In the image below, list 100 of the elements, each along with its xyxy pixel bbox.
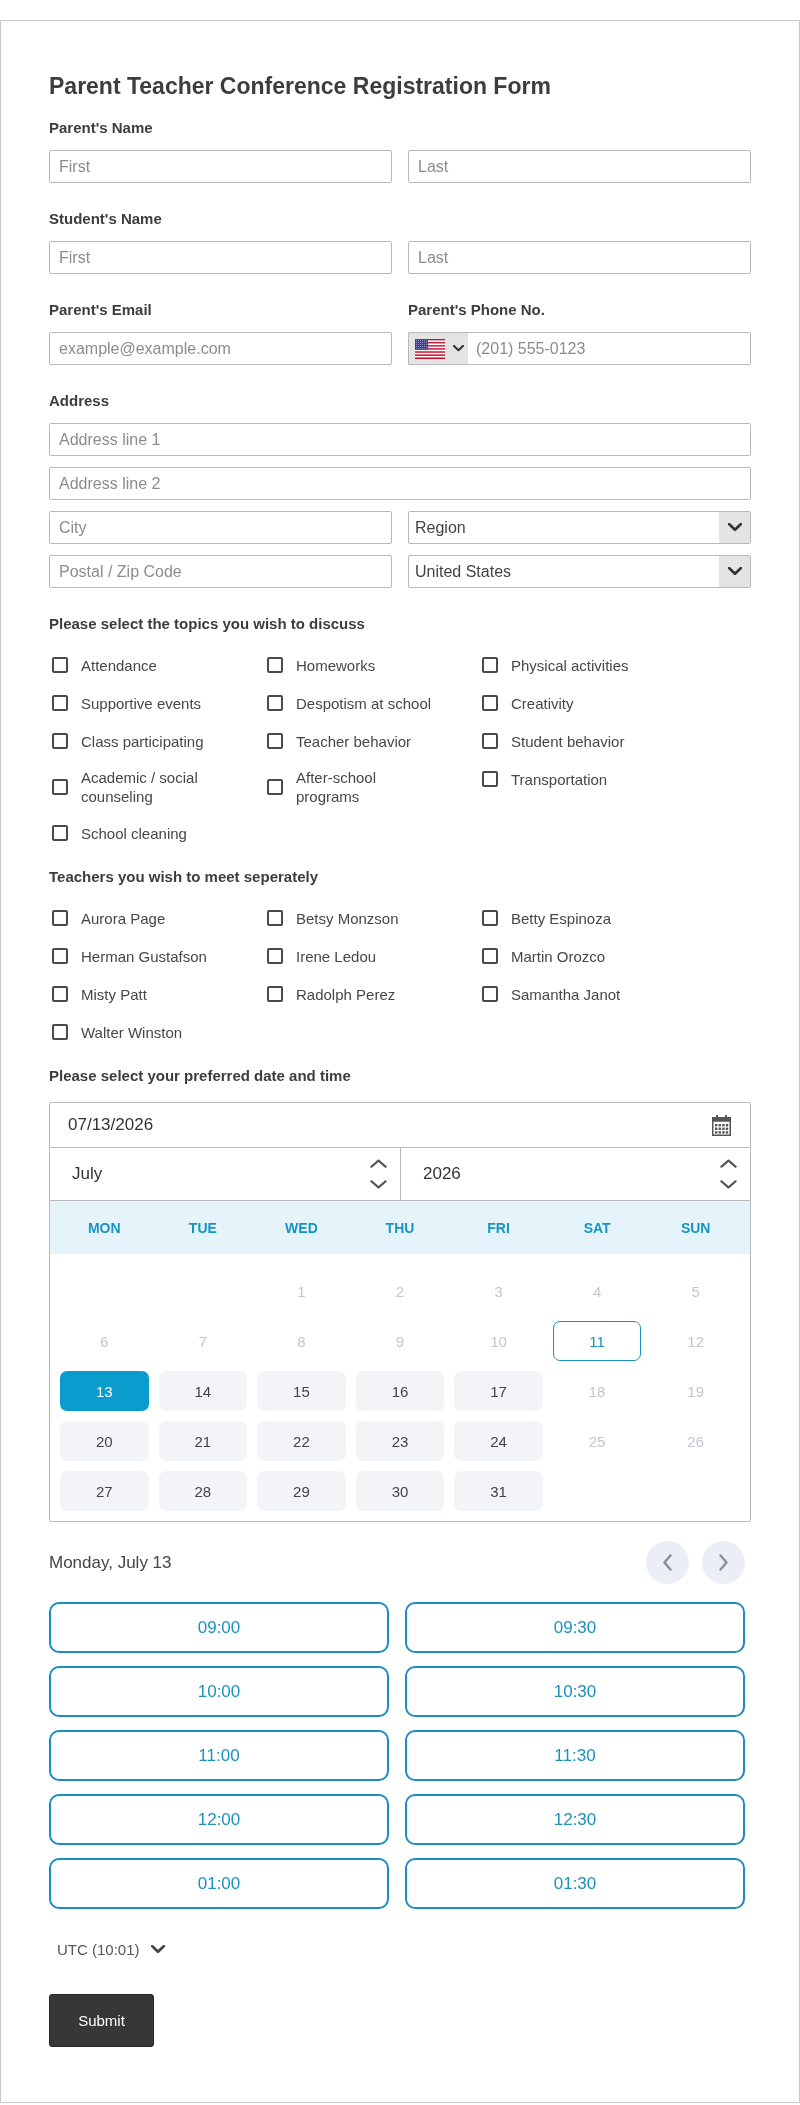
month-spinner[interactable]: July <box>50 1148 400 1200</box>
time-slot-button[interactable]: 09:30 <box>405 1602 745 1653</box>
chevron-down-icon[interactable] <box>150 1944 165 1954</box>
time-slot-button[interactable]: 01:00 <box>49 1858 389 1909</box>
calendar-day[interactable]: 21 <box>158 1421 248 1461</box>
checkbox[interactable] <box>52 948 68 964</box>
calendar-day: 12 <box>651 1321 740 1361</box>
time-slot-button[interactable]: 12:30 <box>405 1794 745 1845</box>
checkbox[interactable] <box>267 695 283 711</box>
calendar-day[interactable]: 14 <box>158 1371 248 1411</box>
time-slot-button[interactable]: 01:30 <box>405 1858 745 1909</box>
option-label: Irene Ledou <box>296 946 377 966</box>
checkbox[interactable] <box>482 948 498 964</box>
postal-code-input[interactable]: Postal / Zip Code <box>49 555 392 588</box>
weekday-label: TUE <box>188 1219 217 1236</box>
region-dropdown[interactable]: Region <box>408 511 751 544</box>
calendar-day[interactable]: 30 <box>355 1471 445 1511</box>
checkbox[interactable] <box>52 779 68 795</box>
time-slot-button[interactable]: 12:00 <box>49 1794 389 1845</box>
checkbox[interactable] <box>52 910 68 926</box>
checkbox[interactable] <box>482 695 498 711</box>
chevron-right-icon[interactable] <box>718 1554 729 1571</box>
calendar-day: 19 <box>651 1371 740 1411</box>
time-slot-button[interactable]: 11:30 <box>405 1730 745 1781</box>
weekday-label: THU <box>385 1219 415 1236</box>
option-label: Despotism at school <box>296 693 432 713</box>
last-name-input[interactable]: Last <box>408 241 751 274</box>
weekday-label: MON <box>87 1219 121 1236</box>
field-label: Address <box>49 391 110 411</box>
calendar-day[interactable]: 27 <box>60 1471 149 1511</box>
date-field[interactable]: 07/13/2026 <box>50 1103 750 1148</box>
option-label: Aurora Page <box>81 908 166 928</box>
address-line-input[interactable]: Address line 1 <box>49 423 751 456</box>
calendar-day: 26 <box>651 1421 740 1461</box>
checkbox[interactable] <box>482 657 498 673</box>
checkbox[interactable] <box>52 695 68 711</box>
calendar-day[interactable]: 22 <box>257 1421 346 1461</box>
question-label: Teachers you wish to meet seperately <box>49 867 318 887</box>
chevron-down-icon[interactable] <box>719 512 750 543</box>
calendar-day[interactable]: 16 <box>355 1371 445 1411</box>
option-label: Transportation <box>511 769 608 789</box>
previous-day-button[interactable] <box>646 1541 689 1584</box>
checkbox[interactable] <box>482 733 498 749</box>
calendar-day[interactable]: 15 <box>257 1371 346 1411</box>
field-label: Student's Name <box>49 209 162 229</box>
first-name-input[interactable]: First <box>49 241 392 274</box>
checkbox[interactable] <box>52 657 68 673</box>
first-name-input[interactable]: First <box>49 150 392 183</box>
time-slot-button[interactable]: 11:00 <box>49 1730 389 1781</box>
email-input[interactable]: example@example.com <box>49 332 392 365</box>
next-day-button[interactable] <box>702 1541 745 1584</box>
time-slot-button[interactable]: 10:30 <box>405 1666 745 1717</box>
option-label: Academic / social counseling <box>81 768 199 806</box>
checkbox[interactable] <box>267 948 283 964</box>
question-label: Please select your preferred date and time <box>49 1066 351 1086</box>
calendar-day[interactable]: 17 <box>454 1371 543 1411</box>
checkbox[interactable] <box>482 771 498 787</box>
checkbox[interactable] <box>267 910 283 926</box>
calendar-day: 6 <box>60 1321 149 1361</box>
calendar-day[interactable]: 28 <box>158 1471 248 1511</box>
calendar-icon[interactable] <box>712 1114 731 1136</box>
calendar-day[interactable]: 24 <box>454 1421 543 1461</box>
time-slot-button[interactable]: 09:00 <box>49 1602 389 1653</box>
calendar-day[interactable]: 23 <box>355 1421 445 1461</box>
submit-button[interactable]: Submit <box>49 1994 154 2047</box>
chevron-up-icon[interactable] <box>720 1158 737 1168</box>
calendar-day: 7 <box>158 1321 248 1361</box>
option-label: Class participating <box>81 731 204 751</box>
option-label: Student behavior <box>511 731 625 751</box>
checkbox[interactable] <box>52 986 68 1002</box>
calendar-day[interactable]: 29 <box>257 1471 346 1511</box>
address-line-input[interactable]: Address line 2 <box>49 467 751 500</box>
checkbox[interactable] <box>52 825 68 841</box>
checkbox[interactable] <box>52 733 68 749</box>
option-label: Martin Orozco <box>511 946 606 966</box>
checkbox[interactable] <box>482 986 498 1002</box>
calendar-day: 11 <box>552 1321 642 1361</box>
option-label: Betsy Monzson <box>296 908 399 928</box>
country-dropdown[interactable]: United States <box>408 555 751 588</box>
last-name-input[interactable]: Last <box>408 150 751 183</box>
calendar-day: 25 <box>552 1421 642 1461</box>
checkbox[interactable] <box>52 1024 68 1040</box>
city-input[interactable]: City <box>49 511 392 544</box>
timezone-dropdown[interactable]: UTC (10:01) <box>49 1934 167 1964</box>
calendar-day[interactable]: 31 <box>454 1471 543 1511</box>
time-slot-button[interactable]: 10:00 <box>49 1666 389 1717</box>
weekday-label: SAT <box>583 1219 611 1236</box>
checkbox[interactable] <box>267 657 283 673</box>
chevron-left-icon[interactable] <box>662 1554 673 1571</box>
checkbox[interactable] <box>267 779 283 795</box>
checkbox[interactable] <box>482 910 498 926</box>
chevron-down-icon[interactable] <box>720 1180 737 1190</box>
checkbox[interactable] <box>267 986 283 1002</box>
chevron-up-icon[interactable] <box>370 1158 387 1168</box>
chevron-down-icon[interactable] <box>719 556 750 587</box>
checkbox[interactable] <box>267 733 283 749</box>
chevron-down-icon[interactable] <box>370 1180 387 1190</box>
weekday-label: WED <box>285 1219 318 1236</box>
year-spinner[interactable]: 2026 <box>400 1148 750 1200</box>
calendar-day[interactable]: 20 <box>60 1421 149 1461</box>
